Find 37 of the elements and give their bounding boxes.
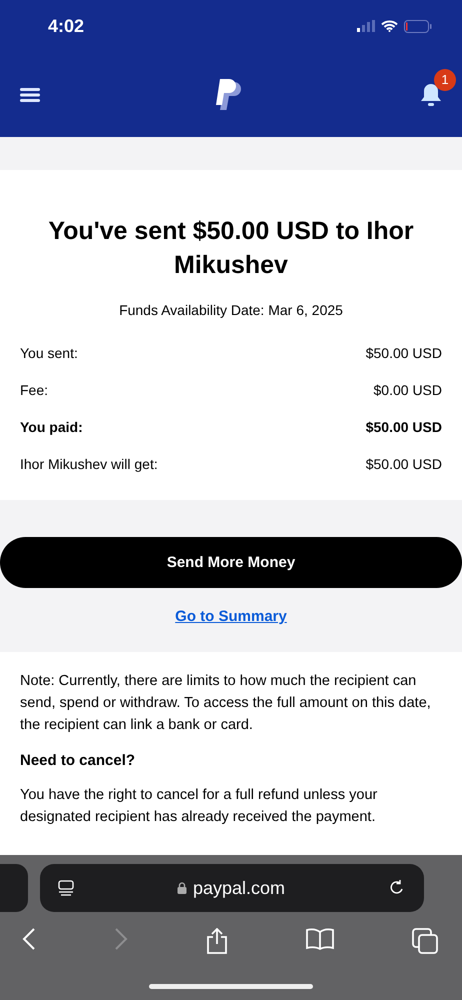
back-icon [22,928,36,950]
status-time: 4:02 [48,16,84,36]
bell-icon [420,82,442,106]
summary-label: You paid: [20,418,83,437]
wifi-icon [381,20,398,32]
share-icon [206,928,228,954]
summary-label: Ihor Mikushev will get: [20,455,158,474]
notifications-button[interactable]: 1 [420,68,456,106]
summary-amount: $50.00 USD [366,344,442,363]
reader-icon[interactable] [58,880,74,896]
battery-icon [404,20,432,32]
cancel-text: You have the right to cancel for a full refund unless your designated recipient has already received the payment. [20,786,378,827]
tabs-icon [412,928,438,954]
summary-label: You sent: [20,344,78,363]
menu-icon [20,86,40,102]
tab-preview[interactable] [0,864,28,912]
menu-button[interactable] [20,86,40,102]
logo-icon [216,78,244,110]
go-to-summary-link[interactable]: Go to Summary [175,608,287,625]
tabs-button[interactable] [410,926,440,956]
share-button[interactable] [204,926,230,956]
lock-icon [176,882,187,894]
signal-icon [357,20,375,32]
url-text: paypal.com [192,878,286,898]
cancel-heading: Need to cancel? [20,751,136,771]
forward-icon [114,928,128,950]
confirmation-title: You've sent $50.00 USD to Ihor Mikushev [47,216,415,281]
summary-label: Fee: [20,381,48,400]
summary-amount: $0.00 USD [374,381,442,400]
summary-amount: $50.00 USD [366,418,442,437]
note-text: Note: Currently, there are limits to how much the recipient can send, spend or withdraw. To access the full amount on this date, the recipient can link a bank or card. [20,672,432,735]
address-bar[interactable]: paypal.com [40,864,424,912]
availability-date: Funds Availability Date: Mar 6, 2025 [118,302,344,318]
book-icon [306,928,334,950]
notification-badge: 1 [434,68,456,90]
summary-amount: $50.00 USD [366,455,442,474]
send-more-money-button[interactable]: Send More Money [0,537,462,588]
